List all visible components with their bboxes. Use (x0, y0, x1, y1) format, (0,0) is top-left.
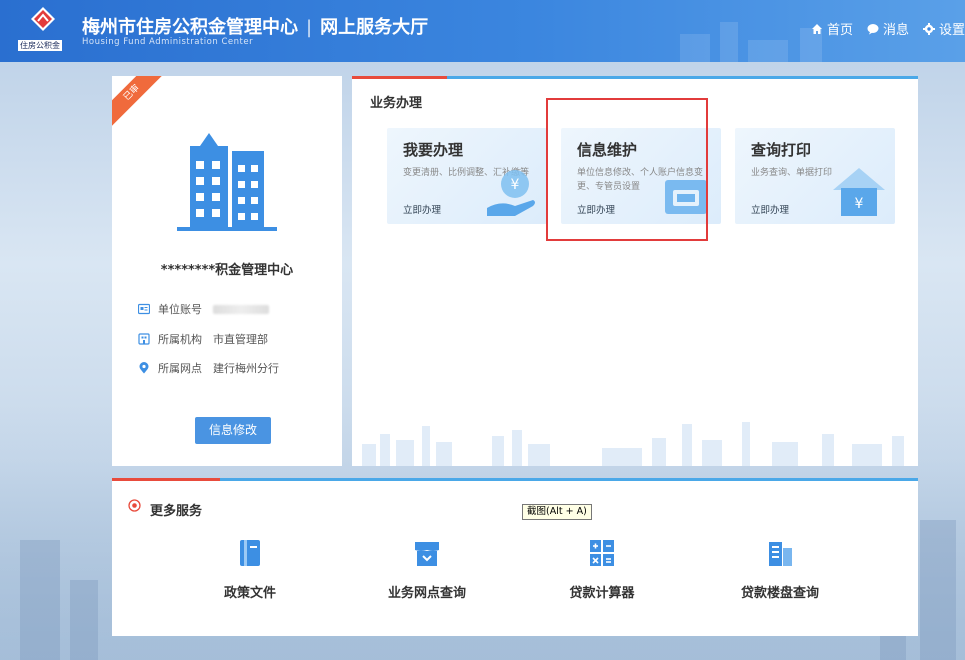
tile-title: 查询打印 (751, 141, 812, 159)
tile-link[interactable]: 立即办理 (751, 202, 789, 216)
office-building-icon (177, 133, 277, 231)
card-accent-red (352, 76, 447, 79)
branch-label: 所属网点 (158, 362, 202, 375)
title-separator: | (306, 17, 313, 38)
nav-messages[interactable]: 消息 (867, 19, 909, 38)
org-name: ********积金管理中心 (160, 263, 294, 278)
site-title-sub: 网上服务大厅 (320, 17, 429, 38)
svg-text:¥: ¥ (511, 177, 520, 193)
skyline-decoration (362, 422, 904, 466)
nav-messages-label: 消息 (882, 23, 909, 38)
service-loan-property-query[interactable]: 贷款楼盘查询 (720, 538, 840, 601)
profile-card: 已审 ********积金管理中心 单位账号 所属机构 市直管理部 所属网点 建… (112, 76, 342, 466)
location-pin-icon (139, 362, 149, 374)
building-small-icon (138, 333, 150, 345)
yuan-hand-icon: ¥ (487, 170, 535, 216)
account-value-masked (213, 304, 269, 314)
gear-icon (922, 22, 935, 35)
svg-text:¥: ¥ (855, 196, 864, 212)
site-subtitle-en: Housing Fund Administration Center (82, 37, 254, 47)
message-icon (867, 23, 879, 34)
header-bar: 住房公积金 梅州市住房公积金管理中心 | 网上服务大厅 Housing Fund A… (0, 0, 965, 62)
service-label: 业务网点查询 (387, 586, 466, 601)
info-row-branch: 所属网点 建行梅州分行 (138, 360, 279, 376)
tile-query-print[interactable]: 查询打印 业务查询、单据打印 立即办理 ¥ (735, 128, 895, 224)
business-card: 业务办理 我要办理 变更清册、比例调整、汇补缴等 立即办理 ¥ 信息维护 单位信… (352, 76, 918, 466)
card-accent-blue (220, 478, 918, 481)
nav-home[interactable]: 首页 (811, 19, 853, 38)
info-row-org: 所属机构 市直管理部 (138, 331, 268, 347)
target-dot-icon (128, 499, 141, 512)
nav-home-label: 首页 (826, 23, 853, 38)
service-policy-docs[interactable]: 政策文件 (190, 538, 310, 601)
service-loan-calculator[interactable]: 贷款计算器 (542, 538, 662, 601)
nav-settings-label: 设置 (938, 23, 965, 38)
tile-title: 我要办理 (403, 141, 464, 159)
store-icon (415, 542, 439, 566)
status-ribbon: 已审 (112, 76, 174, 135)
org-label: 所属机构 (158, 333, 202, 346)
policy-book-icon (240, 540, 260, 566)
more-services-card: 更多服务 政策文件 业务网点查询 贷款计算器 贷款楼盘查询 (112, 478, 918, 636)
housing-fund-logo-icon (31, 7, 55, 31)
tile-handle-business[interactable]: 我要办理 变更清册、比例调整、汇补缴等 立即办理 ¥ (387, 128, 547, 224)
nav-settings[interactable]: 设置 (922, 19, 965, 38)
card-accent-blue (447, 76, 918, 79)
site-title-main: 梅州市住房公积金管理中心 (82, 17, 298, 38)
service-label: 政策文件 (223, 586, 276, 601)
more-services-title: 更多服务 (150, 504, 203, 519)
yuan-house-icon: ¥ (833, 168, 885, 216)
info-row-account: 单位账号 (138, 301, 269, 317)
site-title[interactable]: 梅州市住房公积金管理中心 | 网上服务大厅 (82, 13, 428, 39)
calculator-icon (590, 540, 614, 566)
service-label: 贷款计算器 (569, 586, 635, 601)
org-value: 市直管理部 (213, 333, 268, 346)
card-accent-red (112, 478, 220, 481)
business-section-title: 业务办理 (370, 96, 423, 111)
home-icon (811, 23, 822, 34)
highlight-annotation (546, 98, 708, 241)
screenshot-tooltip: 截图(Alt + A) (522, 504, 592, 520)
service-branch-query[interactable]: 业务网点查询 (367, 538, 487, 601)
account-card-icon (138, 303, 150, 315)
account-label: 单位账号 (158, 303, 202, 316)
top-nav: 首页 消息 设置 (811, 19, 965, 38)
logo-text: 住房公积金 (18, 40, 62, 51)
edit-info-button[interactable]: 信息修改 (195, 417, 271, 444)
building-search-icon (769, 542, 792, 566)
service-label: 贷款楼盘查询 (740, 586, 819, 601)
branch-value: 建行梅州分行 (213, 362, 279, 375)
tile-link[interactable]: 立即办理 (403, 202, 441, 216)
